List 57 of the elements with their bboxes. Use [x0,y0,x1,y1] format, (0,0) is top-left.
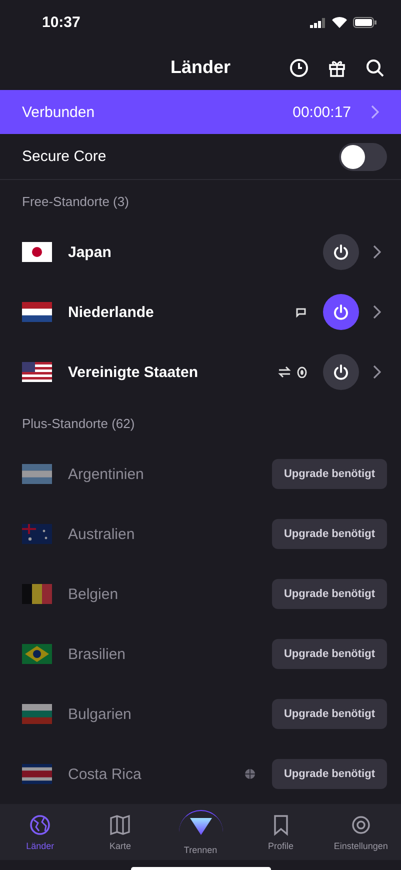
connection-banner[interactable]: Verbunden 00:00:17 [0,90,401,134]
country-name: Brasilien [68,646,127,662]
map-icon [109,814,132,836]
power-button[interactable] [323,354,359,390]
country-name: Australien [68,526,136,542]
country-name: Niederlande [68,304,155,320]
swap-arrows-icon [278,366,291,378]
power-button[interactable] [323,234,359,270]
section-heading: Plus-Standorte (62) [22,416,135,430]
chevron-icon[interactable] [373,365,381,379]
flag-icon [22,302,52,322]
country-name: Vereinigte Staaten [68,364,200,380]
toggle-switch[interactable] [339,142,387,170]
upgrade-button[interactable]: Upgrade benötigt [272,759,387,789]
upgrade-button[interactable]: Upgrade benötigt [272,459,387,489]
power-icon [332,363,350,381]
flag-icon [22,704,52,724]
country-name: Argentinien [68,466,145,482]
globe-icon [244,768,256,780]
flag-icon [22,644,52,664]
signal-icon [310,18,326,28]
tab-button[interactable]: Einstellungen [320,804,401,860]
section-heading: Free-Standorte (3) [22,194,129,208]
search-icon[interactable] [365,58,385,78]
connection-status: Verbunden [22,104,96,120]
tab-button[interactable]: Trennen [160,804,241,860]
clock-icon[interactable] [289,58,309,78]
flag-icon [22,764,52,784]
country-name: Costa Rica [68,766,142,782]
power-icon [332,303,350,321]
power-button[interactable] [323,294,359,330]
status-time: 10:37 [42,14,80,31]
battery-icon [353,17,377,28]
globe-icon [29,814,52,836]
flag-icon [22,584,52,604]
power-icon [332,243,350,261]
flag-icon [22,524,52,544]
settings-icon [350,814,372,836]
chevron-icon [371,105,379,119]
upgrade-button[interactable]: Upgrade benötigt [272,639,387,669]
chevron-icon[interactable] [373,305,381,319]
upgrade-button[interactable]: Upgrade benötigt [272,519,387,549]
wifi-icon [332,17,347,28]
chevron-icon[interactable] [373,245,381,259]
tab-button[interactable]: Karte [80,804,160,860]
country-name: Belgien [68,586,120,602]
flag-icon [22,464,52,484]
flag-icon [22,362,52,382]
setting-label: Secure Core [22,148,106,165]
page-title: Länder [170,57,230,78]
flag-icon [22,242,52,262]
connection-timer: 00:00:17 [292,104,351,120]
upgrade-button[interactable]: Upgrade benötigt [272,579,387,609]
country-name: Japan [68,244,112,260]
tab-button[interactable]: Profile [240,804,321,860]
upgrade-button[interactable]: Upgrade benötigt [272,699,387,729]
country-name: Bulgarien [68,706,132,722]
